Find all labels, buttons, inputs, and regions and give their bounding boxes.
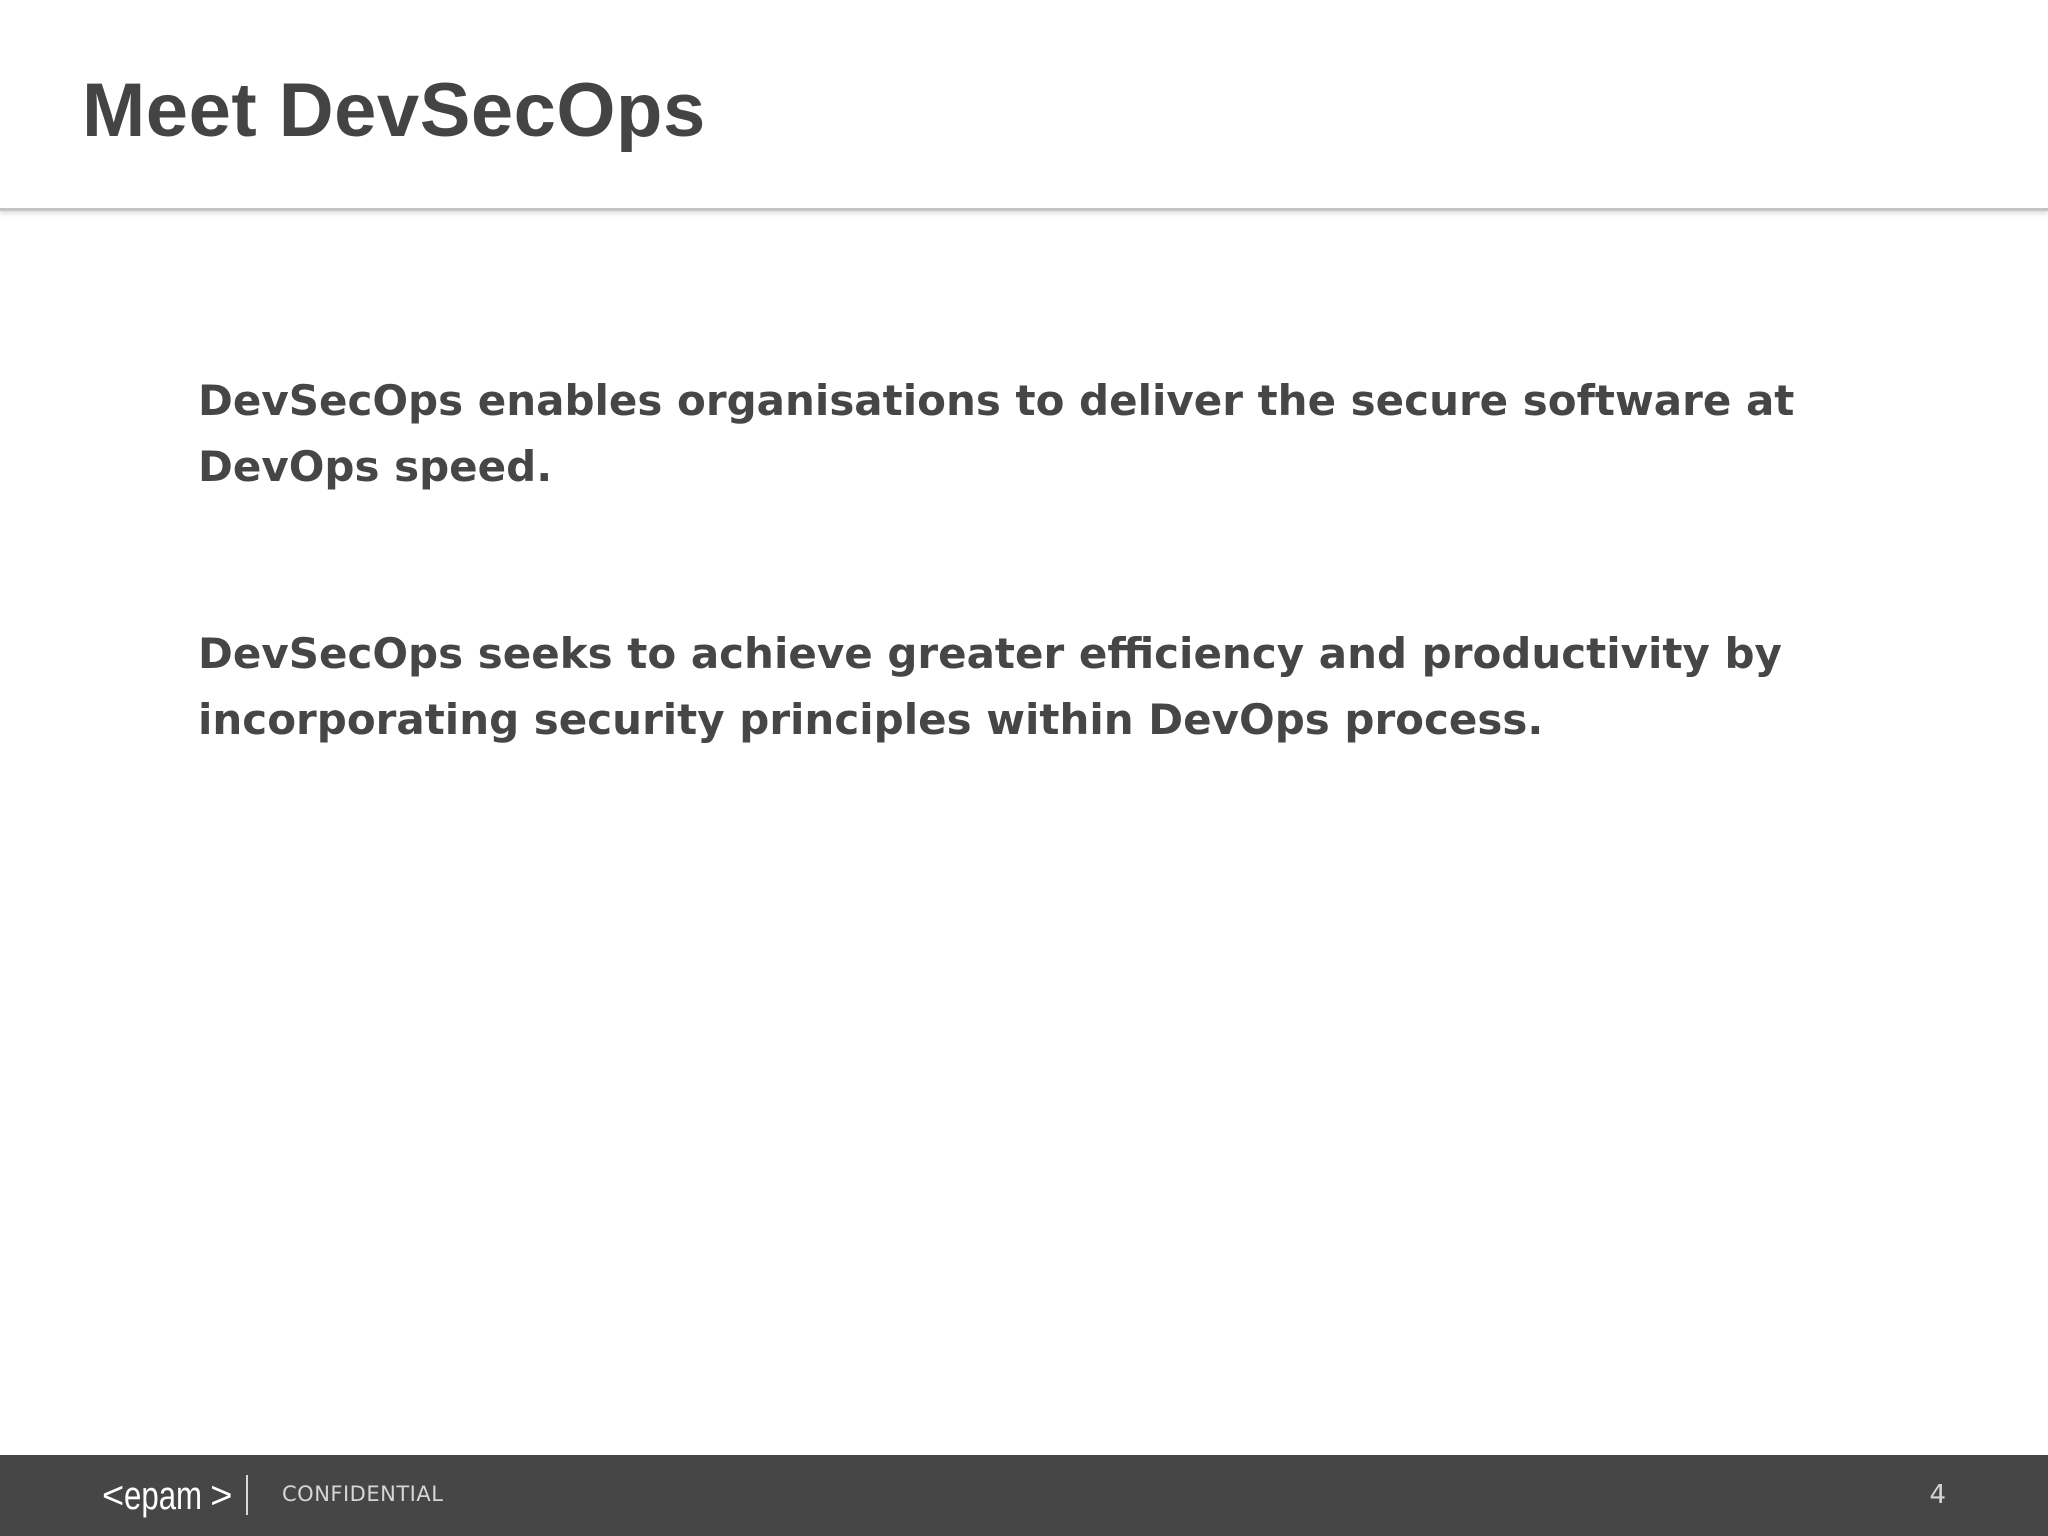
page-number: 4 xyxy=(1929,1480,1946,1510)
logo-open-bracket: < xyxy=(102,1474,125,1517)
slide: Meet DevSecOps DevSecOps enables organis… xyxy=(0,0,2048,1536)
confidential-label: CONFIDENTIAL xyxy=(282,1482,444,1506)
slide-footer: < epam > CONFIDENTIAL 4 xyxy=(0,1455,2048,1536)
body-paragraph-2: DevSecOps seeks to achieve greater effic… xyxy=(198,629,1782,744)
footer-divider xyxy=(246,1475,248,1515)
logo-close-bracket: > xyxy=(210,1474,233,1517)
slide-title: Meet DevSecOps xyxy=(82,68,706,153)
slide-header: Meet DevSecOps xyxy=(0,0,2048,211)
epam-logo: < epam > xyxy=(102,1473,232,1519)
body-paragraph-1: DevSecOps enables organisations to deliv… xyxy=(198,376,1795,491)
logo-word: epam xyxy=(124,1473,203,1518)
